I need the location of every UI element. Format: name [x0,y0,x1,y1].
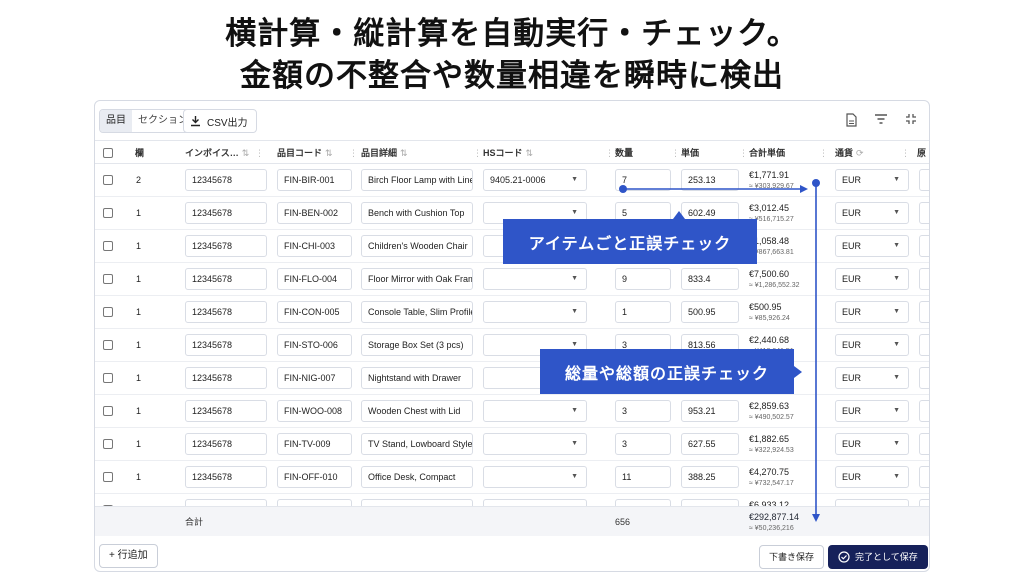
row-check-arrow-head [800,185,808,193]
item-check-callout: アイテムごと正誤チェック [503,219,757,264]
annotation-arrows [619,179,820,522]
column-check-arrow-head [812,514,820,522]
callout-pointer [794,366,802,378]
total-check-callout: 総量や総額の正誤チェック [540,349,794,394]
callout-pointer [673,211,685,219]
